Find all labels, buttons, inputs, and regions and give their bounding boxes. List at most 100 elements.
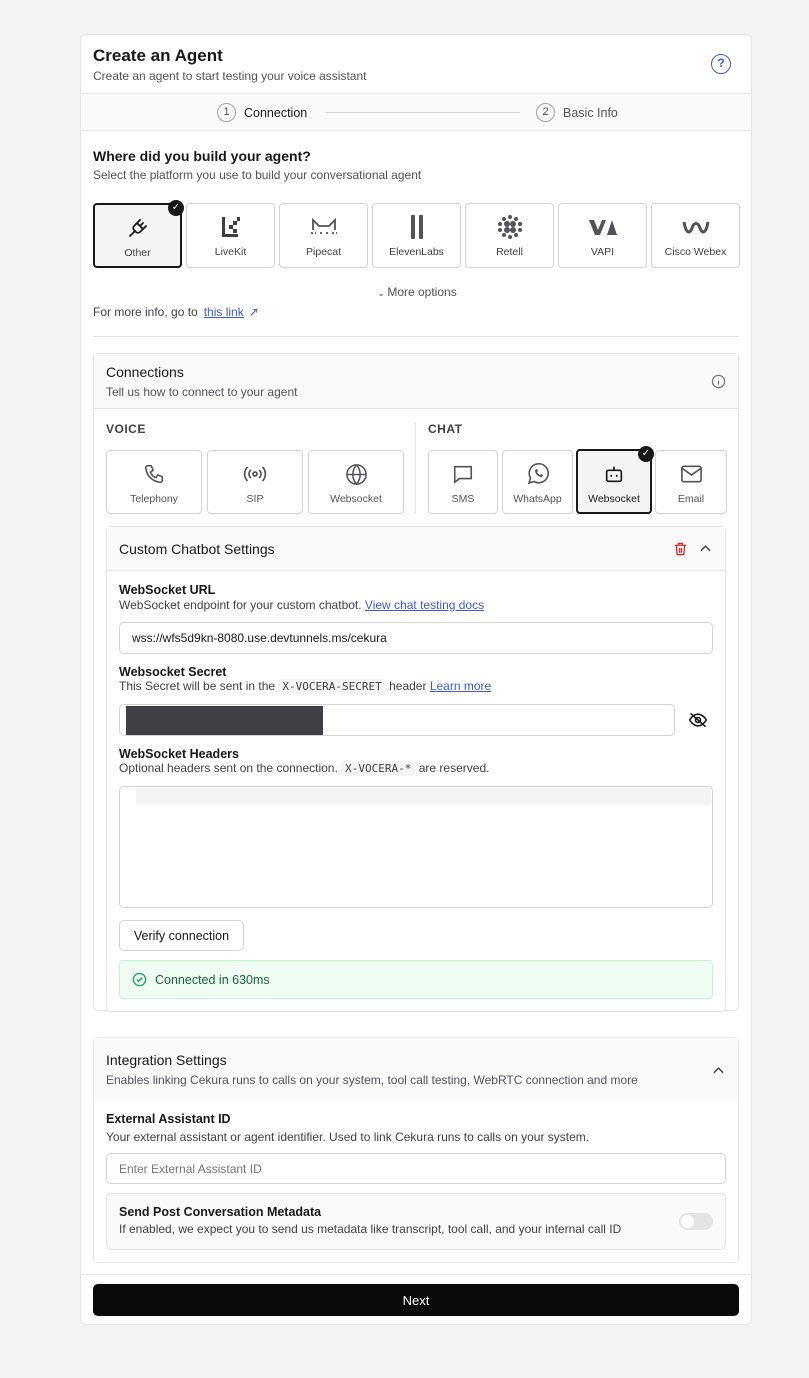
secret-masked-value xyxy=(126,705,323,735)
footer-divider xyxy=(81,1274,751,1275)
whatsapp-icon xyxy=(527,462,549,485)
secret-header-code: X-VOCERA-SECRET xyxy=(278,679,386,694)
card-header: Create an Agent Create an agent to start… xyxy=(81,35,751,94)
connections-subtitle: Tell us how to connect to your agent xyxy=(106,385,298,399)
connection-label: SIP xyxy=(246,493,264,505)
chatbot-settings-header[interactable]: Custom Chatbot Settings xyxy=(107,527,725,571)
section-divider xyxy=(93,336,739,337)
platform-label: ElevenLabs xyxy=(389,246,444,258)
info-link[interactable]: this link xyxy=(204,305,244,319)
platform-option-cisco-webex[interactable]: Cisco Webex xyxy=(651,203,740,268)
connections-title: Connections xyxy=(106,364,184,380)
plug-icon xyxy=(128,219,147,237)
platform-option-livekit[interactable]: LiveKit xyxy=(186,203,275,268)
globe-icon xyxy=(345,463,367,485)
integration-panel: Integration Settings Enables linking Cek… xyxy=(93,1037,739,1263)
bot-icon xyxy=(605,466,623,483)
retell-logo-icon xyxy=(497,215,522,239)
stepper: 1 Connection 2 Basic Info xyxy=(81,94,751,131)
page-title: Create an Agent xyxy=(93,46,223,65)
verify-connection-button[interactable]: Verify connection xyxy=(119,920,244,951)
platform-label: Retell xyxy=(496,246,523,258)
step-connection[interactable]: 1 Connection xyxy=(217,103,307,122)
websocket-secret-input[interactable] xyxy=(119,704,675,736)
info-icon[interactable] xyxy=(711,374,726,389)
platform-option-pipecat[interactable]: Pipecat xyxy=(279,203,368,268)
connections-panel: Connections Tell us how to connect to yo… xyxy=(93,353,739,1012)
broadcast-icon xyxy=(243,466,267,482)
integration-header[interactable]: Integration Settings Enables linking Cek… xyxy=(94,1038,738,1100)
chatbot-settings-title: Custom Chatbot Settings xyxy=(119,541,275,557)
trash-icon[interactable] xyxy=(673,541,688,557)
platform-label: VAPI xyxy=(590,246,615,258)
connection-label: Telephony xyxy=(130,493,178,505)
platform-label: LiveKit xyxy=(214,246,247,258)
platform-title: Where did you build your agent? xyxy=(93,148,311,164)
metadata-toggle[interactable] xyxy=(679,1213,713,1230)
connection-whatsapp[interactable]: WhatsApp xyxy=(502,450,573,514)
external-id-input[interactable] xyxy=(106,1153,726,1184)
learn-more-link[interactable]: Learn more xyxy=(430,679,491,693)
info-text: For more info, go to xyxy=(93,305,198,319)
chevron-up-icon[interactable] xyxy=(713,1066,724,1074)
headers-editor[interactable] xyxy=(119,786,713,908)
connection-voice-websocket[interactable]: Websocket xyxy=(308,450,404,514)
metadata-setting-row: Send Post Conversation Metadata If enabl… xyxy=(106,1193,726,1250)
chevron-up-icon[interactable] xyxy=(700,544,711,552)
external-link-icon: ↗ xyxy=(248,305,259,319)
websocket-secret-label: Websocket Secret xyxy=(119,665,227,679)
info-line: For more info, go to this link ↗ xyxy=(93,305,259,319)
more-options-label: More options xyxy=(387,285,457,299)
platform-option-retell[interactable]: Retell xyxy=(465,203,554,268)
step-number: 2 xyxy=(536,103,555,122)
webex-logo-icon xyxy=(682,221,709,234)
metadata-label: Send Post Conversation Metadata xyxy=(119,1205,322,1219)
websocket-url-input[interactable]: wss://wfs5d9kn-8080.use.devtunnels.ms/ce… xyxy=(119,622,713,654)
external-id-desc: Your external assistant or agent identif… xyxy=(106,1130,590,1144)
more-options-button[interactable]: ⌄ More options xyxy=(81,285,751,299)
selected-check-icon: ✓ xyxy=(638,446,654,462)
external-id-label: External Assistant ID xyxy=(106,1112,231,1126)
phone-icon xyxy=(144,464,164,484)
connection-label: Email xyxy=(677,493,705,505)
websocket-secret-desc: This Secret will be sent in the X-VOCERA… xyxy=(119,679,492,694)
chat-testing-docs-link[interactable]: View chat testing docs xyxy=(365,598,484,612)
websocket-url-label: WebSocket URL xyxy=(119,583,216,597)
connection-label: Websocket xyxy=(588,493,640,505)
metadata-desc: If enabled, we expect you to send us met… xyxy=(119,1222,622,1236)
connection-email[interactable]: Email xyxy=(655,450,727,514)
connection-label: SMS xyxy=(451,493,475,505)
elevenlabs-logo-icon xyxy=(410,215,423,239)
reserved-headers-code: X-VOCERA-* xyxy=(341,761,416,776)
voice-label: VOICE xyxy=(106,422,146,436)
platform-label: Pipecat xyxy=(305,246,342,258)
websocket-headers-label: WebSocket Headers xyxy=(119,747,239,761)
help-icon[interactable]: ? xyxy=(711,54,731,74)
mail-icon xyxy=(680,465,702,483)
chevron-down-icon: ⌄ xyxy=(377,288,388,298)
connection-sms[interactable]: SMS xyxy=(428,450,498,514)
create-agent-card: Create an Agent Create an agent to start… xyxy=(80,34,752,1325)
websocket-headers-desc: Optional headers sent on the connection.… xyxy=(119,761,490,776)
vapi-logo-icon xyxy=(588,220,617,235)
platform-option-elevenlabs[interactable]: ElevenLabs xyxy=(372,203,461,268)
next-button[interactable]: Next xyxy=(93,1284,739,1316)
pipecat-logo-icon xyxy=(310,217,337,234)
platform-option-vapi[interactable]: VAPI xyxy=(558,203,647,268)
step-basic-info[interactable]: 2 Basic Info xyxy=(536,103,618,122)
connection-label: Websocket xyxy=(330,493,382,505)
step-label: Connection xyxy=(244,105,308,120)
platform-label: Cisco Webex xyxy=(664,246,727,258)
message-icon xyxy=(453,465,473,484)
livekit-logo-icon xyxy=(221,217,240,237)
platform-label: Other xyxy=(124,247,151,259)
step-number: 1 xyxy=(217,103,236,122)
voice-chat-divider xyxy=(415,422,416,514)
eye-off-icon[interactable] xyxy=(688,712,708,728)
connection-telephony[interactable]: Telephony xyxy=(106,450,202,514)
connection-status-banner: Connected in 630ms xyxy=(119,960,713,999)
connection-sip[interactable]: SIP xyxy=(207,450,303,514)
check-circle-icon xyxy=(132,972,147,987)
platform-subtitle: Select the platform you use to build you… xyxy=(93,168,422,182)
chat-label: CHAT xyxy=(428,422,463,436)
